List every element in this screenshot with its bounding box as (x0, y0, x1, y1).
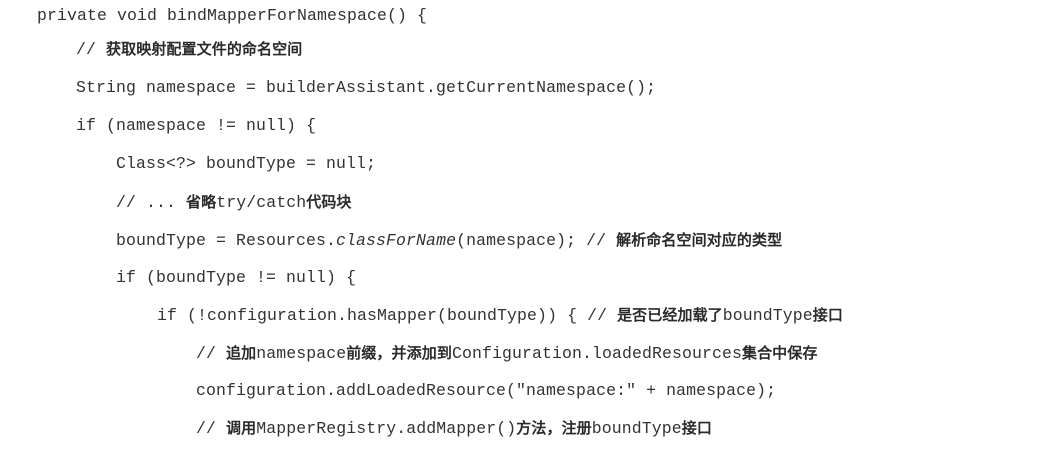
code-text: // (76, 40, 107, 59)
code-comment-text: 获取映射配置文件的命名空间 (106, 40, 303, 58)
code-comment-text: 追加 (226, 344, 257, 362)
code-comment-text: 集合中保存 (741, 344, 818, 362)
code-line: if (boundType != null) { (116, 264, 356, 292)
code-text: Configuration.loadedResources (451, 344, 742, 363)
code-text: String namespace = builderAssistant.getC… (76, 78, 657, 97)
code-method-name: classForName (336, 231, 457, 250)
code-line: Class<?> boundType = null; (116, 150, 376, 178)
code-text: Class<?> boundType = null; (116, 154, 377, 173)
code-line: // 获取映射配置文件的命名空间 (76, 35, 302, 63)
code-line: configuration.addLoadedResource("namespa… (196, 377, 776, 405)
code-text: // ... (116, 193, 187, 212)
code-text: boundType (591, 419, 682, 438)
code-comment-text: 省略 (186, 193, 217, 211)
code-text: configuration.addLoadedResource("namespa… (196, 381, 777, 400)
code-comment-text: 接口 (681, 419, 712, 437)
code-line: private void bindMapperForNamespace() { (37, 2, 427, 30)
code-text: if (boundType != null) { (116, 268, 357, 287)
code-comment-text: 解析命名空间对应的类型 (616, 231, 783, 249)
code-text: namespace (256, 344, 347, 363)
code-text: boundType (722, 306, 813, 325)
code-text: boundType = Resources. (116, 231, 337, 250)
code-line: if (!configuration.hasMapper(boundType))… (157, 301, 843, 329)
code-text: if (!configuration.hasMapper(boundType))… (157, 306, 618, 325)
code-comment-text: 接口 (812, 306, 843, 324)
code-text: try/catch (216, 193, 307, 212)
code-line: // ... 省略try/catch代码块 (116, 188, 352, 216)
code-comment-text: 是否已经加载了 (617, 306, 723, 324)
code-text: private void bindMapperForNamespace() { (37, 6, 428, 25)
code-comment-text: 代码块 (306, 193, 352, 211)
code-line: String namespace = builderAssistant.getC… (76, 74, 656, 102)
code-listing: private void bindMapperForNamespace() { … (0, 0, 1050, 452)
code-text: if (namespace != null) { (76, 116, 317, 135)
code-text: // (196, 344, 227, 363)
code-line: // 追加namespace前缀，并添加到Configuration.loade… (196, 339, 818, 367)
code-text: // (196, 419, 227, 438)
code-line: // 调用MapperRegistry.addMapper()方法，注册boun… (196, 414, 712, 442)
code-comment-text: 方法，注册 (516, 419, 592, 437)
code-comment-text: 调用 (226, 419, 257, 437)
code-text: MapperRegistry.addMapper() (256, 419, 517, 438)
code-comment-text: 前缀，并添加到 (346, 344, 452, 362)
code-line: if (namespace != null) { (76, 112, 316, 140)
code-line: boundType = Resources.classForName(names… (116, 226, 782, 254)
code-text: (namespace); // (456, 231, 617, 250)
